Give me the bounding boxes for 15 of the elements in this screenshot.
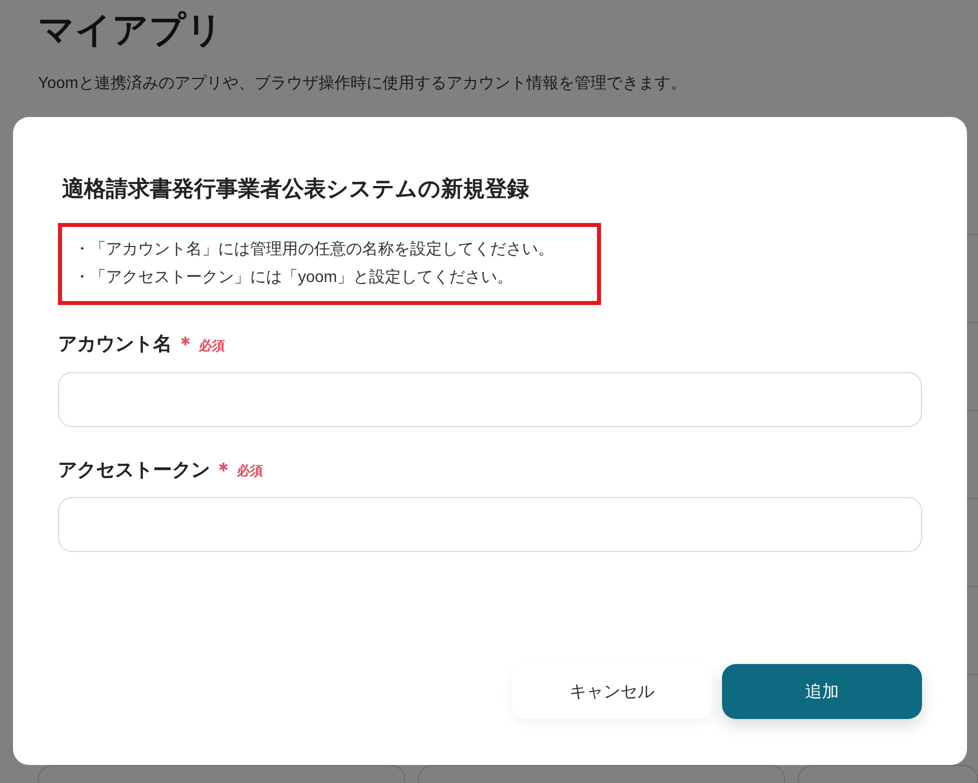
field-label: アクセストークン [58,458,210,482]
required-label: 必須 [199,336,225,354]
page-title: マイアプリ [38,8,223,52]
note-text: ・「アカウント名」には管理用の任意の名称を設定してください。 [74,240,554,260]
required-asterisk: ＊ [214,458,233,482]
add-button[interactable]: 追加 [722,664,922,719]
text-field[interactable] [58,372,922,426]
text-field[interactable] [58,497,922,552]
required-label: 必須 [237,462,263,480]
dialog-title: 適格請求書発行事業者公表システムの新規登録 [62,175,529,203]
field-label: アカウント名 [58,333,172,357]
required-asterisk: ＊ [176,333,195,357]
note-text: ・「アクセストークン」には「yoom」と設定してください。 [74,268,514,288]
page-description: Yoomと連携済みのアプリや、ブラウザ操作時に使用するアカウント情報を管理できます。 [38,74,686,94]
cancel-button[interactable]: キャンセル [512,664,712,719]
